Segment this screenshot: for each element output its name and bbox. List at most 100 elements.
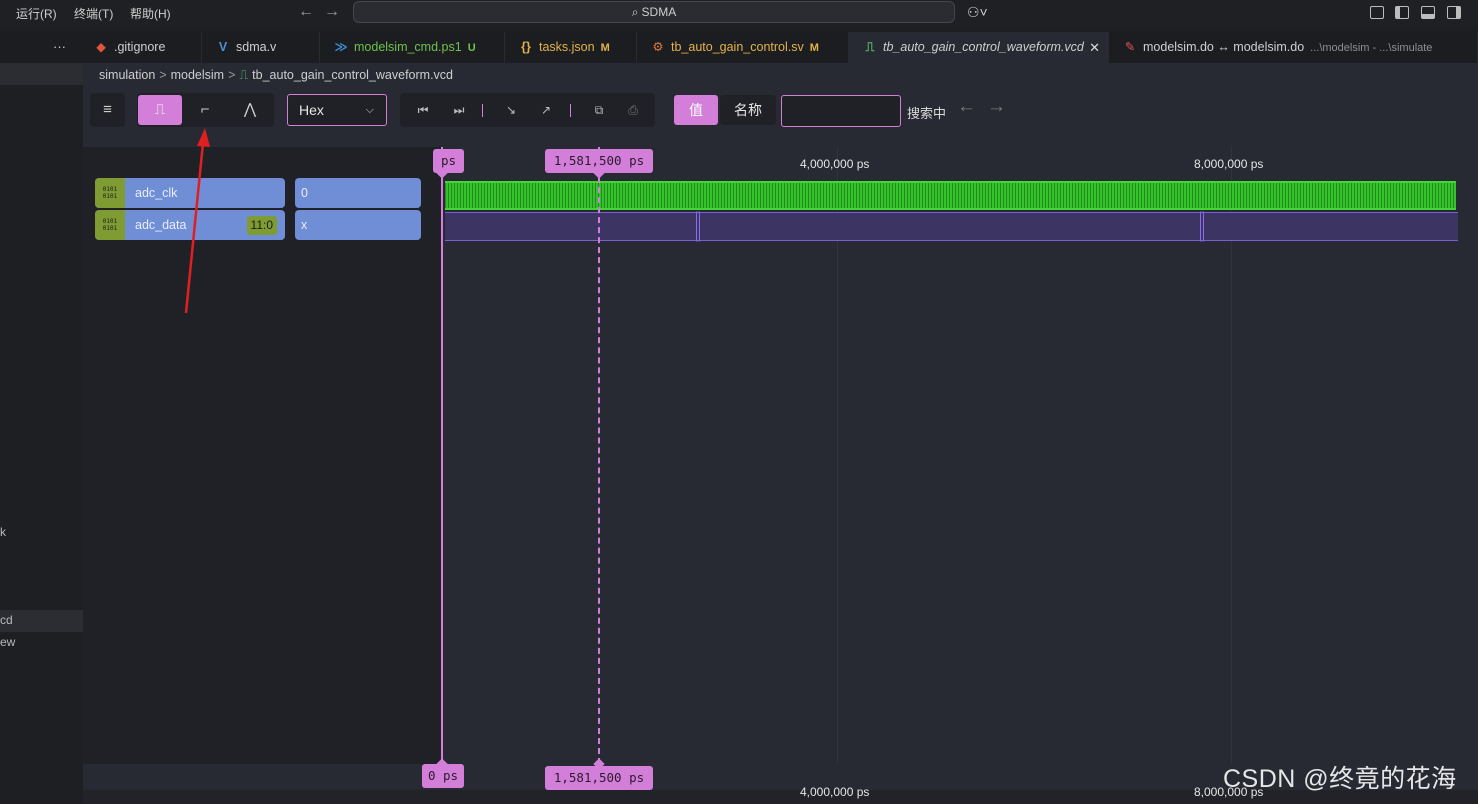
breadcrumb-modelsim[interactable]: modelsim	[171, 68, 225, 82]
search-previous-icon[interactable]: ←	[957, 96, 976, 118]
menu-terminal[interactable]: 终端(T)	[74, 5, 113, 22]
go-to-end-icon[interactable]: ⏭	[445, 95, 473, 125]
linear-wave-mode-icon[interactable]: ⋀	[228, 95, 272, 125]
toggle-panel-icon[interactable]	[1421, 6, 1435, 19]
binary-signal-icon: 0101 0101	[95, 210, 125, 240]
json-file-icon: {}	[521, 40, 531, 54]
menu-button-box: ≡	[90, 93, 125, 127]
explorer-item-fragment[interactable]: cd	[0, 613, 13, 627]
go-to-start-icon[interactable]: ⏮	[409, 95, 437, 125]
command-center-search[interactable]: ⌕ SDMA	[353, 1, 955, 23]
tab-tb-auto-gain-control[interactable]: ⚙ tb_auto_gain_control.sv M	[637, 32, 849, 63]
waveform-file-icon: ⎍	[239, 68, 249, 82]
time-tick-label: 4,000,000 ps	[800, 785, 870, 799]
chevron-right-icon: >	[228, 68, 236, 82]
menu-help[interactable]: 帮助(H)	[130, 5, 171, 22]
editor-tabs: ··· ◆ .gitignore Vsdma.v ≫ modelsim_cmd.ps…	[0, 32, 1478, 63]
waveform-viewer: simulation > modelsim > ⎍ tb_auto_gain_contro…	[83, 63, 1478, 804]
nav-forward-icon[interactable]: →	[324, 3, 340, 21]
waveform-adc-clk[interactable]	[445, 181, 1456, 210]
origin-marker-bottom[interactable]: 0 ps	[422, 764, 464, 788]
explorer-sidebar: k cd ew	[0, 63, 83, 804]
tab-sdma-v[interactable]: Vsdma.v	[202, 32, 320, 63]
signal-row-adc-data[interactable]: 0101 0101 adc_data 11:0	[95, 210, 285, 240]
bit-range-badge: 11:0	[246, 216, 277, 235]
time-tick-label: 4,000,000 ps	[800, 157, 870, 171]
next-edge-icon[interactable]: ↗	[532, 95, 560, 125]
waveform-canvas[interactable]: 4,000,000 ps 8,000,000 ps ps 1,581,500 p…	[433, 147, 1478, 764]
tab-tasks-json[interactable]: {} tasks.json M	[505, 32, 637, 63]
capture-icon[interactable]: ⧉	[585, 95, 613, 125]
render-mode-group: ⎍ ⌐ ⋀	[137, 93, 274, 127]
time-tick-label: 8,000,000 ps	[1194, 157, 1264, 171]
more-actions-icon[interactable]: ···	[53, 39, 66, 54]
copilot-icon[interactable]: ⚇˅	[967, 4, 988, 21]
tab-status-badge: M	[809, 42, 819, 54]
tab-label: .gitignore	[114, 40, 166, 54]
watermark: CSDN @终竟的花海	[1223, 765, 1457, 793]
digital-wave-mode-icon[interactable]: ⎍	[138, 95, 182, 125]
command-center-label: SDMA	[641, 5, 677, 19]
radix-select[interactable]: Hex ⌵	[287, 94, 387, 126]
toggle-secondary-sidebar-icon[interactable]	[1447, 6, 1461, 19]
chevron-down-icon: ⌵	[365, 104, 374, 116]
chevron-right-icon: >	[159, 68, 167, 82]
waveform-search-input[interactable]	[781, 95, 901, 127]
step-wave-mode-icon[interactable]: ⌐	[183, 95, 227, 125]
breadcrumb-simulation[interactable]: simulation	[99, 68, 155, 82]
breadcrumb-file[interactable]: tb_auto_gain_control_waveform.vcd	[252, 68, 453, 82]
search-icon: ⌕	[631, 5, 639, 19]
time-cursor[interactable]	[598, 147, 600, 764]
navigation-group: ⏮ ⏭ ↘ ↗ ⧉ ⎙	[400, 93, 655, 127]
explorer-selected-row[interactable]	[0, 63, 83, 85]
origin-cursor[interactable]	[441, 147, 443, 764]
signal-value: 0	[295, 178, 421, 208]
origin-marker-top[interactable]: ps	[433, 149, 464, 173]
waveform-adc-data[interactable]	[445, 212, 1458, 241]
binary-signal-icon: 0101 0101	[95, 178, 125, 208]
nav-back-icon[interactable]: ←	[298, 3, 314, 21]
tab-label: sdma.v	[236, 40, 277, 54]
cursor-marker-bottom[interactable]: 1,581,500 ps	[545, 766, 653, 790]
toggle-primary-sidebar-icon[interactable]	[1395, 6, 1409, 19]
signal-name: adc_data	[135, 218, 187, 232]
breadcrumb: simulation > modelsim > ⎍ tb_auto_gain_contro…	[99, 68, 453, 83]
signal-row-adc-clk[interactable]: 0101 0101 adc_clk	[95, 178, 285, 208]
previous-edge-icon[interactable]: ↘	[497, 95, 525, 125]
tab-label: modelsim_cmd.ps1	[354, 40, 462, 54]
tab-label: tb_auto_gain_control.sv	[671, 40, 804, 54]
tab-label: tb_auto_gain_control_waveform.vcd	[883, 40, 1084, 54]
systemverilog-file-icon: ⚙	[652, 40, 664, 54]
menu-run[interactable]: 运行(R)	[16, 5, 57, 22]
tab-description: ...\modelsim - ...\simulate	[1310, 42, 1433, 54]
do-file-icon: ✎	[1124, 40, 1136, 54]
tab-label: tasks.json	[539, 40, 595, 54]
signal-list-panel: 0101 0101 adc_clk 0 0101 0101 adc_data 11:…	[83, 147, 443, 764]
powershell-file-icon: ≫	[334, 40, 348, 54]
explorer-item-fragment[interactable]: k	[0, 525, 6, 539]
export-icon[interactable]: ⎙	[619, 95, 647, 125]
close-tab-icon[interactable]: ✕	[1089, 32, 1100, 63]
tab-modelsim-do-diff[interactable]: ✎ modelsim.do ↔ modelsim.do ...\modelsim -…	[1109, 32, 1478, 63]
search-status: 搜索中	[907, 106, 947, 121]
hamburger-menu-icon[interactable]: ≡	[90, 95, 125, 125]
tab-gitignore[interactable]: ◆ .gitignore	[80, 32, 202, 63]
divider	[482, 104, 483, 117]
data-transition	[696, 211, 700, 242]
tab-modelsim-cmd[interactable]: ≫ modelsim_cmd.ps1 U	[320, 32, 505, 63]
search-by-name-toggle[interactable]: 名称	[720, 95, 776, 125]
explorer-item-fragment[interactable]: ew	[0, 635, 15, 649]
tab-label: modelsim.do ↔ modelsim.do	[1143, 40, 1305, 54]
waveform-file-icon: ⎍	[865, 40, 875, 54]
customize-layout-icon[interactable]	[1370, 6, 1384, 19]
waveform-toolbar: ≡ ⎍ ⌐ ⋀ Hex ⌵ ⏮ ⏭ ↘ ↗ ⧉ ⎙ 值 名称 搜索中 ← →	[83, 93, 1478, 129]
divider	[570, 104, 571, 117]
radix-value: Hex	[299, 102, 324, 118]
git-file-icon: ◆	[96, 40, 106, 54]
verilog-file-icon: V	[218, 40, 228, 54]
search-next-icon[interactable]: →	[987, 96, 1006, 118]
search-by-value-toggle[interactable]: 值	[674, 95, 718, 125]
tab-waveform-vcd[interactable]: ⎍ tb_auto_gain_control_waveform.vcd ✕	[849, 32, 1109, 63]
title-bar: 运行(R) 终端(T) 帮助(H) ← → ⌕ SDMA ⚇˅	[0, 0, 1478, 26]
tab-status-badge: M	[600, 42, 610, 54]
